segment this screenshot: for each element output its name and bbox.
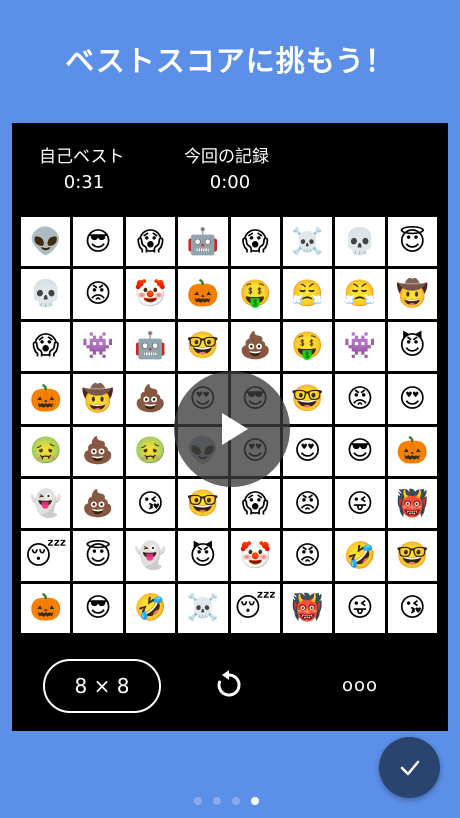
- grid-tile[interactable]: 🤑: [282, 321, 333, 372]
- grid-tile[interactable]: 💩: [230, 321, 280, 372]
- grid-tile[interactable]: 😡: [73, 269, 123, 319]
- grid-tile[interactable]: 🤓: [387, 531, 437, 581]
- grid-tile[interactable]: ☠️: [178, 583, 228, 633]
- grid-tile[interactable]: 😈: [178, 531, 228, 581]
- grid-tile[interactable]: 😱: [125, 217, 176, 267]
- grid-tile[interactable]: 🤠: [387, 269, 437, 319]
- grid-tile[interactable]: 😈: [387, 321, 437, 372]
- grid-tile[interactable]: 👽: [21, 217, 71, 267]
- grid-tile[interactable]: 😜: [335, 478, 385, 529]
- grid-tile[interactable]: 🤓: [282, 374, 333, 424]
- grid-tile[interactable]: 😘: [387, 583, 437, 633]
- current-record-label: 今回の記録: [184, 147, 269, 167]
- grid-tile[interactable]: 😤: [335, 269, 385, 319]
- grid-tile[interactable]: 🤢: [21, 426, 71, 476]
- game-screen: 自己ベスト 0:31 今回の記録 0:00 👽 😎 😱 🤖 😱 ☠️ 💀 😇 💀 😡 🤡 🎃 🤑 😤 😤 🤠 😱…: [12, 123, 448, 731]
- grid-tile[interactable]: 🤖: [125, 321, 176, 372]
- best-score-value: 0:31: [63, 172, 105, 193]
- play-button[interactable]: [174, 371, 290, 487]
- grid-tile[interactable]: 😴: [21, 531, 71, 581]
- grid-tile[interactable]: 👾: [73, 321, 123, 372]
- grid-tile[interactable]: 😎: [73, 583, 123, 633]
- grid-tile[interactable]: 😡: [335, 374, 385, 424]
- grid-tile[interactable]: 💩: [73, 478, 123, 529]
- grid-tile[interactable]: 😜: [335, 583, 385, 633]
- grid-tile[interactable]: 😍: [387, 374, 437, 424]
- grid-tile[interactable]: 🎃: [21, 583, 71, 633]
- grid-tile[interactable]: 💩: [125, 374, 176, 424]
- grid-tile[interactable]: 🤣: [125, 583, 176, 633]
- grid-tile[interactable]: 🤑: [230, 269, 280, 319]
- grid-tile[interactable]: 😎: [335, 426, 385, 476]
- headline: ベストスコアに挑もう！: [65, 44, 395, 78]
- grid-tile[interactable]: 🤡: [125, 269, 176, 319]
- grid-tile[interactable]: 🤖: [178, 217, 228, 267]
- grid-tile[interactable]: 😎: [73, 217, 123, 267]
- grid-tile[interactable]: 👻: [21, 478, 71, 529]
- grid-tile[interactable]: 👹: [387, 478, 437, 529]
- grid-tile[interactable]: 🤡: [230, 531, 280, 581]
- grid-tile[interactable]: 😍: [282, 426, 333, 476]
- grid-tile[interactable]: 😇: [73, 531, 123, 581]
- grid-tile[interactable]: 😡: [282, 531, 333, 581]
- play-icon: [222, 413, 248, 445]
- page-indicator: [194, 797, 259, 805]
- page-dot[interactable]: [232, 797, 240, 805]
- checkmark-icon: [400, 760, 419, 775]
- page-dot[interactable]: [251, 797, 259, 805]
- grid-tile[interactable]: 🤓: [178, 478, 228, 529]
- grid-tile[interactable]: 💀: [335, 217, 385, 267]
- grid-tile[interactable]: 💩: [73, 426, 123, 476]
- grid-tile[interactable]: 👻: [125, 531, 176, 581]
- reset-icon: [217, 670, 241, 697]
- grid-tile[interactable]: 🤓: [178, 321, 228, 372]
- grid-tile[interactable]: 🤢: [125, 426, 176, 476]
- grid-tile[interactable]: 😱: [21, 321, 71, 372]
- best-score-label: 自己ベスト: [39, 147, 125, 167]
- grid-tile[interactable]: 😘: [125, 478, 176, 529]
- grid-size-button[interactable]: 8 × 8: [43, 659, 161, 713]
- reset-button[interactable]: [213, 669, 245, 701]
- grid-tile[interactable]: 🤣: [335, 531, 385, 581]
- grid-tile[interactable]: 🤠: [73, 374, 123, 424]
- grid-tile[interactable]: 😴: [230, 583, 280, 633]
- grid-tile[interactable]: 🎃: [21, 374, 71, 424]
- grid-tile[interactable]: 👹: [282, 583, 333, 633]
- grid-tile[interactable]: 😡: [282, 478, 333, 529]
- grid-tile[interactable]: 😤: [282, 269, 333, 319]
- more-options-button[interactable]: ooo: [340, 673, 380, 697]
- grid-tile[interactable]: 🎃: [387, 426, 437, 476]
- grid-tile[interactable]: 🎃: [178, 269, 228, 319]
- grid-tile[interactable]: ☠️: [282, 217, 333, 267]
- confirm-button[interactable]: [379, 737, 440, 798]
- grid-tile[interactable]: 😱: [230, 217, 280, 267]
- page-dot[interactable]: [194, 797, 202, 805]
- current-record-value: 0:00: [209, 172, 251, 193]
- page-dot[interactable]: [213, 797, 221, 805]
- grid-tile[interactable]: 👾: [335, 321, 385, 372]
- grid-tile[interactable]: 💀: [21, 269, 71, 319]
- grid-tile[interactable]: 😇: [387, 217, 437, 267]
